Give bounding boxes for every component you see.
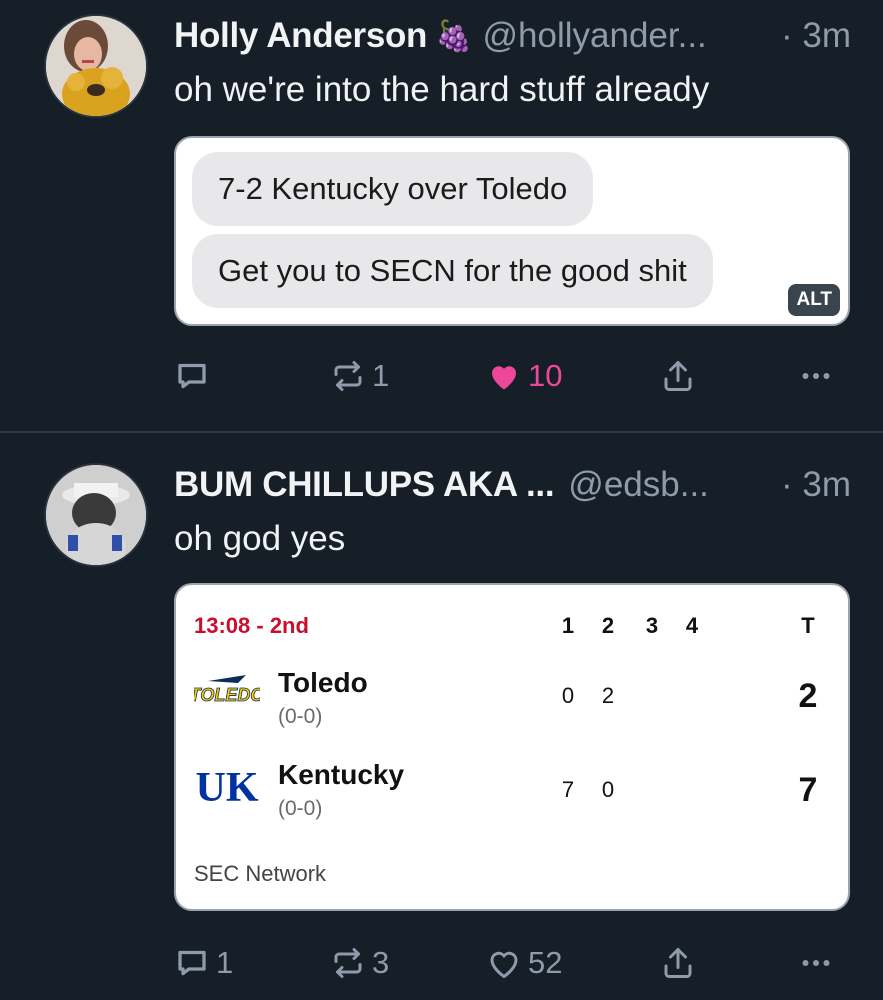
kentucky-logo-icon: UK xyxy=(194,757,260,811)
game-clock: 13:08 - 2nd xyxy=(194,613,309,638)
total-header: T xyxy=(801,613,815,638)
post-text: oh we're into the hard stuff already xyxy=(174,70,710,109)
repost-count: 1 xyxy=(372,358,390,393)
avatar[interactable] xyxy=(44,463,148,567)
reply-button[interactable]: 1 xyxy=(174,941,233,985)
like-count: 52 xyxy=(528,945,563,980)
period-score: 0 xyxy=(561,683,575,708)
repost-count: 3 xyxy=(372,945,390,980)
share-icon xyxy=(664,948,692,978)
post-actions: 1 10 xyxy=(174,354,834,398)
repost-button[interactable]: 1 xyxy=(330,354,389,398)
period-header: 1 xyxy=(561,613,575,638)
grape-emoji-icon: 🍇 xyxy=(435,19,473,53)
more-options-button[interactable] xyxy=(798,354,834,398)
period-score: 0 xyxy=(601,777,615,802)
share-button[interactable] xyxy=(660,354,696,398)
share-icon xyxy=(664,361,692,391)
post[interactable]: Holly Anderson 🍇 @hollyander... · 3m oh … xyxy=(0,0,883,432)
share-button[interactable] xyxy=(660,941,696,985)
more-options-button[interactable] xyxy=(798,941,834,985)
message-bubble: 7-2 Kentucky over Toledo xyxy=(192,152,594,226)
timestamp[interactable]: · 3m xyxy=(781,16,851,56)
repost-icon xyxy=(334,361,362,391)
like-button[interactable]: 52 xyxy=(486,941,562,985)
post-header: BUM CHILLUPS AKA ... @edsb... · 3m xyxy=(174,463,851,507)
display-name[interactable]: BUM CHILLUPS AKA ... xyxy=(174,465,555,505)
team-record: (0-0) xyxy=(278,797,323,820)
team-name: Kentucky xyxy=(278,759,405,790)
post-header: Holly Anderson 🍇 @hollyander... · 3m xyxy=(174,14,851,58)
post[interactable]: BUM CHILLUPS AKA ... @edsb... · 3m oh go… xyxy=(0,433,883,1000)
more-icon xyxy=(802,373,830,379)
display-name[interactable]: Holly Anderson xyxy=(174,16,427,56)
heart-icon xyxy=(492,366,516,390)
period-header: 2 xyxy=(601,613,615,638)
more-icon xyxy=(802,960,830,966)
handle[interactable]: @edsb... xyxy=(568,465,709,505)
team-record: (0-0) xyxy=(278,705,323,728)
toledo-logo-icon: TOLEDO xyxy=(189,667,265,721)
team-name: Toledo xyxy=(278,667,368,698)
period-score: 7 xyxy=(561,777,575,802)
repost-button[interactable]: 3 xyxy=(330,941,389,985)
period-header: 4 xyxy=(685,613,699,638)
reply-icon xyxy=(178,950,206,976)
svg-text:TOLEDO: TOLEDO xyxy=(194,685,260,705)
timestamp[interactable]: · 3m xyxy=(781,465,851,505)
network-label: SEC Network xyxy=(194,861,327,886)
repost-icon xyxy=(334,948,362,978)
scoreboard-embed[interactable]: 13:08 - 2nd 1 2 3 4 T TOLEDO Toledo (0-0… xyxy=(174,583,850,911)
reply-count: 1 xyxy=(216,945,234,980)
period-header: 3 xyxy=(645,613,659,638)
like-button[interactable]: 10 xyxy=(486,354,562,398)
post-text: oh god yes xyxy=(174,519,346,558)
like-count: 10 xyxy=(528,358,563,393)
reply-icon xyxy=(178,363,206,389)
post-actions: 1 3 52 xyxy=(174,941,834,985)
total-score: 7 xyxy=(798,771,818,809)
svg-text:UK: UK xyxy=(196,765,259,811)
message-bubble: Get you to SECN for the good shit xyxy=(192,234,713,308)
image-embed[interactable]: 7-2 Kentucky over Toledo Get you to SECN… xyxy=(174,136,850,326)
handle[interactable]: @hollyander... xyxy=(483,16,707,56)
alt-badge[interactable]: ALT xyxy=(788,284,840,316)
period-score: 2 xyxy=(601,683,615,708)
avatar[interactable] xyxy=(44,14,148,118)
total-score: 2 xyxy=(798,677,818,715)
reply-button[interactable] xyxy=(174,354,216,398)
heart-icon xyxy=(490,951,518,979)
